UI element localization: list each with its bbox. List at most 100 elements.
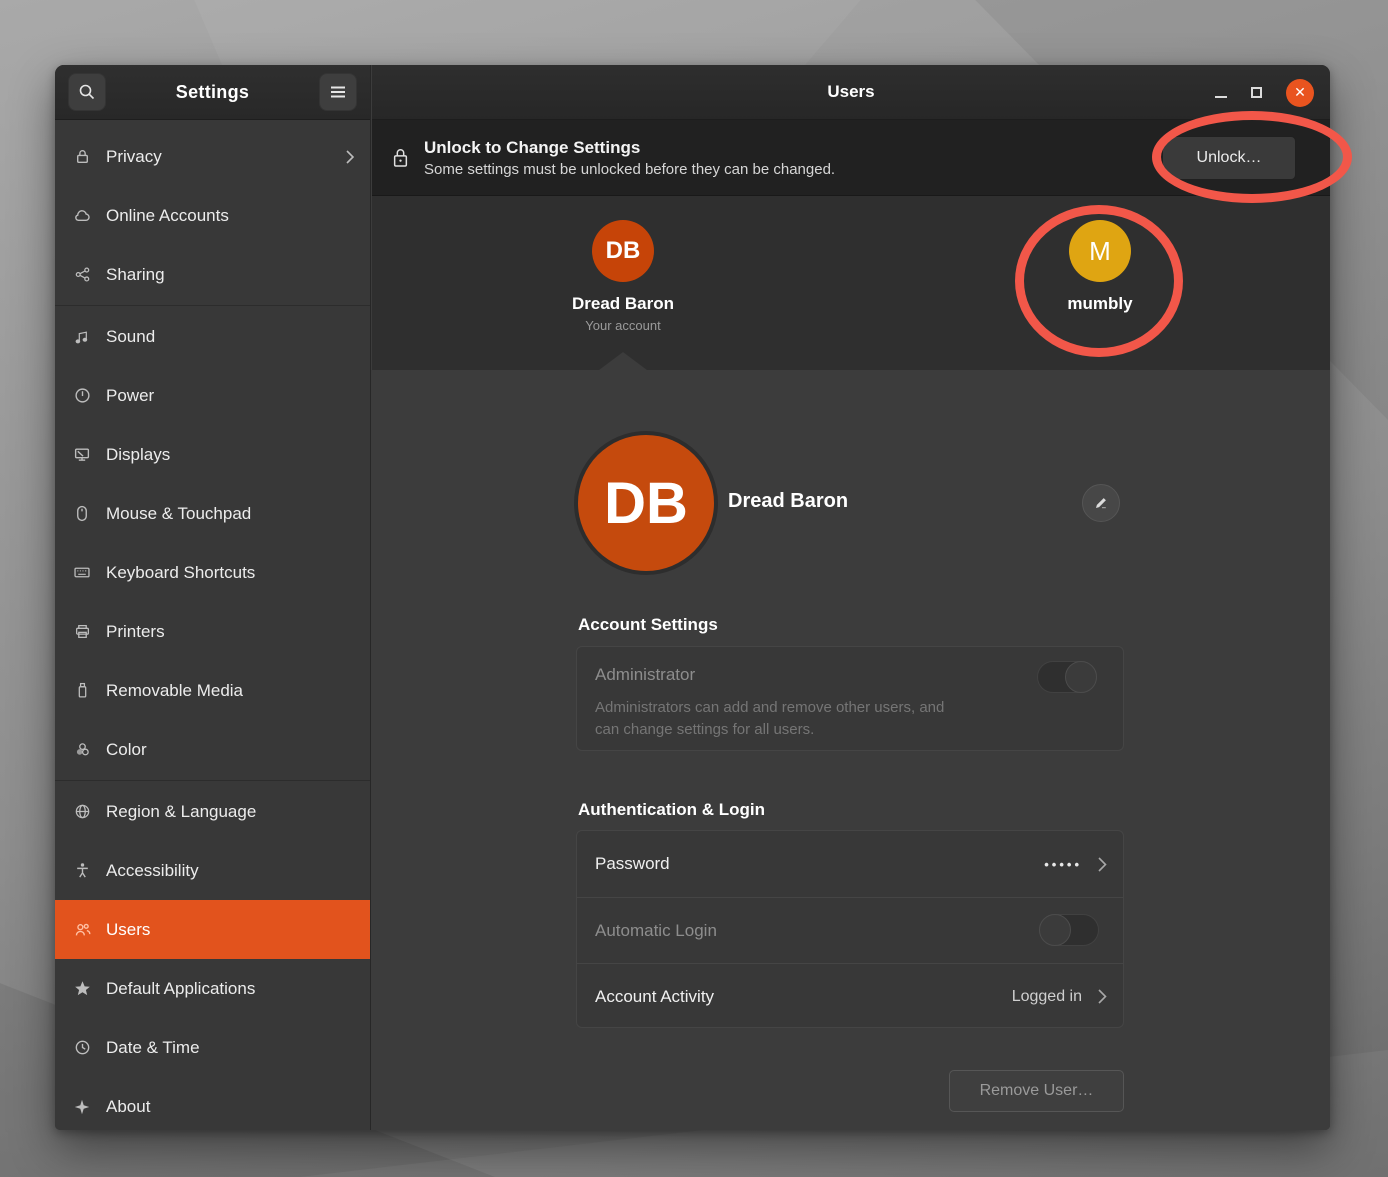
user-mumbly[interactable]: M mumbly: [1010, 220, 1190, 314]
sidebar-nav: Privacy Online Accounts: [55, 120, 370, 1130]
auth-login-heading: Authentication & Login: [578, 800, 765, 820]
search-icon: [78, 83, 96, 101]
sidebar-item-label: Date & Time: [106, 1038, 354, 1058]
settings-window: Settings Privacy: [55, 65, 1330, 1130]
page-title: Users: [372, 82, 1330, 102]
unlock-banner-title: Unlock to Change Settings: [424, 138, 1147, 158]
sidebar-item-sharing[interactable]: Sharing: [55, 245, 370, 304]
cloud-icon: [71, 207, 93, 224]
avatar: DB: [592, 220, 654, 282]
sidebar-item-mouse-touchpad[interactable]: Mouse & Touchpad: [55, 484, 370, 543]
auth-login-card: Password ••••• Automatic Login Account: [576, 830, 1124, 1028]
sidebar-item-printers[interactable]: Printers: [55, 602, 370, 661]
administrator-description-line1: Administrators can add and remove other …: [595, 697, 944, 719]
password-row-right: •••••: [1044, 831, 1107, 897]
profile-name: Dread Baron: [728, 490, 848, 513]
sidebar-item-removable-media[interactable]: Removable Media: [55, 661, 370, 720]
administrator-toggle[interactable]: [1037, 661, 1097, 693]
sidebar-item-label: Keyboard Shortcuts: [106, 563, 354, 583]
sidebar-item-accessibility[interactable]: Accessibility: [55, 841, 370, 900]
remove-user-button[interactable]: Remove User…: [949, 1070, 1124, 1112]
sidebar-item-label: Displays: [106, 445, 354, 465]
sidebar-item-privacy[interactable]: Privacy: [55, 127, 370, 186]
sidebar-header: Settings: [55, 65, 370, 120]
sidebar-separator: [55, 305, 370, 306]
sidebar-item-region-language[interactable]: Region & Language: [55, 782, 370, 841]
sidebar-item-online-accounts[interactable]: Online Accounts: [55, 186, 370, 245]
hamburger-icon: [330, 86, 346, 98]
sidebar-item-keyboard-shortcuts[interactable]: Keyboard Shortcuts: [55, 543, 370, 602]
administrator-description-line2: can change settings for all users.: [595, 719, 944, 741]
sidebar-item-date-time[interactable]: Date & Time: [55, 1018, 370, 1077]
account-activity-row[interactable]: Account Activity Logged in: [577, 963, 1123, 1029]
users-icon: [71, 921, 93, 938]
account-settings-heading: Account Settings: [578, 615, 718, 635]
sidebar-item-displays[interactable]: Displays: [55, 425, 370, 484]
share-icon: [71, 266, 93, 283]
user-detail-panel: DB Dread Baron Account Settings Administ…: [372, 370, 1330, 1130]
sidebar-item-label: Users: [106, 920, 354, 940]
sidebar-item-label: Sound: [106, 327, 354, 347]
maximize-icon: [1251, 87, 1262, 98]
account-activity-right: Logged in: [1012, 964, 1107, 1029]
user-dread-baron[interactable]: DB Dread Baron Your account: [533, 220, 713, 333]
sidebar-item-default-applications[interactable]: Default Applications: [55, 959, 370, 1018]
sidebar-separator: [55, 780, 370, 781]
sidebar-item-label: Mouse & Touchpad: [106, 504, 354, 524]
star-icon: [71, 980, 93, 997]
maximize-button[interactable]: [1251, 87, 1262, 98]
lock-icon: [71, 148, 93, 165]
sidebar-item-label: Online Accounts: [106, 206, 354, 226]
color-icon: [71, 741, 93, 758]
sidebar-item-about[interactable]: About: [55, 1077, 370, 1130]
account-activity-value: Logged in: [1012, 988, 1082, 1006]
chevron-right-icon: [346, 150, 354, 164]
edit-name-button[interactable]: [1082, 484, 1120, 522]
minimize-icon: [1215, 96, 1227, 98]
toggle-knob: [1039, 914, 1071, 946]
window-controls: ✕: [1215, 65, 1314, 120]
avatar-initials: DB: [604, 470, 688, 537]
sidebar-item-label: About: [106, 1097, 354, 1117]
titlebar: Users ✕: [372, 65, 1330, 120]
automatic-login-label: Automatic Login: [595, 921, 717, 941]
password-label: Password: [595, 854, 670, 874]
clock-icon: [71, 1039, 93, 1056]
sidebar-item-label: Sharing: [106, 265, 354, 285]
pencil-icon: [1093, 495, 1109, 511]
administrator-card: Administrator Administrators can add and…: [576, 646, 1124, 751]
sidebar-item-label: Default Applications: [106, 979, 354, 999]
mouse-icon: [71, 505, 93, 522]
administrator-label: Administrator: [595, 665, 695, 685]
sidebar-item-users[interactable]: Users: [55, 900, 370, 959]
user-carousel: DB Dread Baron Your account M mumbly: [372, 196, 1330, 370]
avatar-initials: DB: [606, 237, 641, 265]
unlock-banner: Unlock to Change Settings Some settings …: [372, 120, 1330, 196]
sidebar-item-label: Region & Language: [106, 802, 354, 822]
unlock-banner-subtitle: Some settings must be unlocked before th…: [424, 161, 1147, 178]
user-name: mumbly: [1067, 294, 1132, 314]
automatic-login-row: Automatic Login: [577, 897, 1123, 963]
sound-icon: [71, 329, 93, 345]
usb-icon: [71, 682, 93, 699]
administrator-description: Administrators can add and remove other …: [595, 697, 944, 741]
sidebar-item-label: Power: [106, 386, 354, 406]
sidebar-item-label: Color: [106, 740, 354, 760]
power-icon: [71, 387, 93, 404]
chevron-right-icon: [1098, 857, 1107, 872]
search-button[interactable]: [68, 73, 106, 111]
password-row[interactable]: Password •••••: [577, 831, 1123, 897]
profile-avatar[interactable]: DB: [578, 435, 714, 571]
sidebar-item-sound[interactable]: Sound: [55, 307, 370, 366]
close-button[interactable]: ✕: [1286, 79, 1314, 107]
automatic-login-toggle[interactable]: [1039, 914, 1099, 946]
minimize-button[interactable]: [1215, 88, 1227, 98]
sidebar-item-power[interactable]: Power: [55, 366, 370, 425]
menu-button[interactable]: [319, 73, 357, 111]
sidebar-item-color[interactable]: Color: [55, 720, 370, 779]
accessibility-icon: [71, 862, 93, 879]
keyboard-icon: [71, 565, 93, 580]
unlock-button[interactable]: Unlock…: [1162, 136, 1296, 180]
user-subtitle: Your account: [585, 318, 660, 333]
display-icon: [71, 446, 93, 463]
